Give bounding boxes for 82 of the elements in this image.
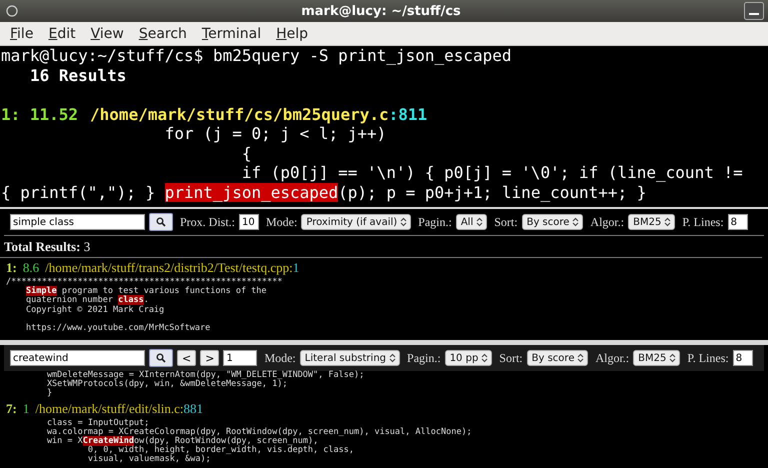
- page-nav-button[interactable]: >: [200, 350, 220, 366]
- dropdown[interactable]: Literal substring: [300, 350, 400, 366]
- line-number: 881: [184, 400, 203, 416]
- code-line: wa.colormap = XCreateColormap(dpy, RootWindow(dpy, screen_num), visual, AllocNone);: [46, 428, 473, 437]
- up-down-chevron-icon: [577, 353, 584, 363]
- dropdown[interactable]: 10 pp: [444, 350, 492, 366]
- query-field[interactable]: simple class: [10, 214, 145, 230]
- total-count: 3: [84, 239, 90, 254]
- page-field[interactable]: 1: [223, 350, 258, 366]
- line-number: :811: [388, 104, 428, 124]
- menu-item[interactable]: Terminal: [196, 26, 270, 42]
- total-label: Total Results:: [4, 239, 80, 254]
- code-line: wmDeleteMessage = XInternAtom(dpy, "WM_DELETE_WINDOW", False);: [46, 371, 366, 380]
- search-icon: [156, 353, 166, 363]
- code-line: quaternion number class.: [25, 296, 150, 306]
- up-down-chevron-icon: [400, 217, 408, 227]
- results-count: 16 Results: [30, 66, 126, 84]
- result-score: 8.6: [22, 260, 40, 275]
- result-score: 11.52: [30, 104, 78, 124]
- dropdown[interactable]: Proximity (if avail): [301, 214, 412, 230]
- menu-item[interactable]: Search: [132, 26, 196, 42]
- code-line: XSetWMProtocols(dpy, win, &wmDeleteMessage, 1);: [46, 380, 288, 390]
- menu-item[interactable]: Edit: [42, 26, 85, 42]
- dropdown[interactable]: BM25: [633, 350, 680, 366]
- number-field[interactable]: 8: [728, 214, 748, 230]
- search-button[interactable]: [149, 349, 173, 367]
- number-field[interactable]: 8: [732, 350, 753, 366]
- line-number: 1: [292, 260, 300, 275]
- field-label: P. Lines:: [682, 214, 724, 230]
- select-label: Sort:: [494, 214, 518, 230]
- command-text: bm25query -S print_json_escaped: [212, 46, 512, 65]
- file-path: /home/mark/stuff/cs/bm25query.c: [90, 104, 389, 124]
- shell-prompt: mark@lucy:~/stuff/cs$: [1, 46, 204, 65]
- menu-item[interactable]: File: [4, 26, 42, 42]
- code-line: visual, valuemask, &wa);: [86, 455, 212, 464]
- minimize-icon[interactable]: [744, 2, 764, 20]
- code-line: 0, 0, width, height, border_width, vis.depth, class,: [86, 446, 355, 456]
- result-index: 7:: [6, 400, 17, 416]
- query-field[interactable]: createwind: [10, 350, 145, 366]
- select-label: Pagin.:: [407, 350, 441, 366]
- page-nav-button[interactable]: <: [177, 350, 196, 366]
- file-path[interactable]: /home/mark/stuff/edit/slin.c:: [35, 400, 184, 416]
- number-field[interactable]: 10: [239, 214, 260, 230]
- up-down-chevron-icon: [572, 217, 580, 227]
- code-line: }: [46, 389, 54, 399]
- file-path[interactable]: /home/mark/stuff/trans2/distrib2/Test/testq.cpp:: [45, 260, 293, 275]
- menu-item[interactable]: View: [84, 26, 133, 42]
- search-icon: [156, 217, 166, 227]
- select-label: Algor.:: [595, 350, 630, 366]
- select-label: Mode:: [264, 350, 296, 366]
- dropdown[interactable]: By score: [526, 350, 588, 366]
- select-label: Pagin.:: [418, 214, 452, 230]
- code-line: if (p0[j] == '\n') { p0[j] = '\0'; if (line_count !=: [240, 163, 744, 182]
- result-index: 1:: [1, 104, 20, 124]
- code-line: /*****************************************************: [5, 278, 284, 287]
- code-line: https://www.youtube.com/MrMcSoftware: [25, 324, 212, 334]
- field-label: P. Lines:: [687, 350, 729, 366]
- code-line: for (j = 0; j < l; j++): [164, 124, 388, 144]
- up-down-chevron-icon: [669, 353, 676, 363]
- dropdown[interactable]: All: [456, 214, 488, 230]
- result-score: 1: [22, 400, 30, 416]
- window-title: mark@lucy: ~/stuff/cs: [301, 4, 461, 18]
- window-menu-icon[interactable]: [6, 5, 18, 17]
- dropdown[interactable]: BM25: [628, 214, 676, 230]
- menu-item[interactable]: Help: [270, 26, 318, 42]
- up-down-chevron-icon: [476, 217, 484, 227]
- code-line: { printf(","); } print_json_escaped(p); p = p0+j+1; line_count++; }: [1, 182, 648, 202]
- search-button[interactable]: [149, 213, 173, 231]
- field-label: Prox. Dist.:: [180, 214, 236, 230]
- select-label: Mode:: [266, 214, 298, 230]
- dropdown[interactable]: By score: [522, 214, 584, 230]
- code-line: {: [240, 144, 252, 163]
- code-line: win = XCreateWindow(dpy, RootWindow(dpy, screen_num),: [46, 436, 318, 446]
- up-down-chevron-icon: [664, 217, 672, 227]
- select-label: Algor.:: [590, 214, 624, 230]
- select-label: Sort:: [499, 350, 523, 366]
- code-line: class = InputOutput;: [46, 418, 150, 428]
- code-line: Simple program to test various functions of the: [25, 287, 268, 296]
- result-index: 1:: [6, 260, 17, 275]
- up-down-chevron-icon: [389, 353, 396, 363]
- code-line: Copyright © 2021 Mark Craig: [25, 306, 166, 315]
- up-down-chevron-icon: [481, 353, 488, 363]
